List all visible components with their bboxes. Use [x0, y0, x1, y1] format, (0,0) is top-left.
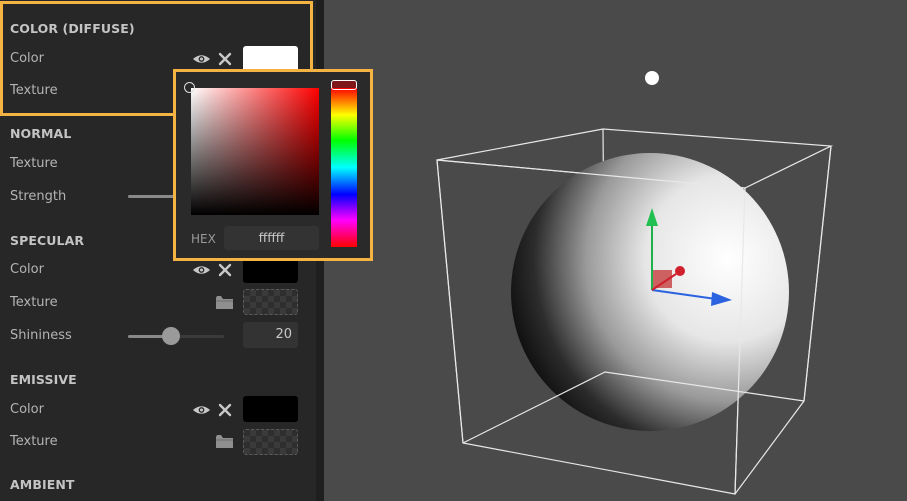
- specular-shininess-value[interactable]: 20: [243, 322, 298, 348]
- sphere-mesh[interactable]: [511, 153, 789, 431]
- saturation-value-area[interactable]: [191, 88, 319, 215]
- close-icon[interactable]: [218, 52, 232, 66]
- diffuse-section-title: COLOR (DIFFUSE): [10, 21, 135, 36]
- normal-section-title: NORMAL: [10, 126, 72, 141]
- emissive-color-swatch[interactable]: [243, 396, 298, 422]
- eye-icon[interactable]: [192, 264, 211, 276]
- specular-section-title: SPECULAR: [10, 233, 85, 248]
- specular-texture-label: Texture: [10, 295, 58, 310]
- normal-strength-fill: [128, 195, 176, 198]
- hue-slider[interactable]: [331, 88, 357, 247]
- specular-shininess-slider[interactable]: [128, 327, 224, 345]
- diffuse-color-label: Color: [10, 51, 44, 66]
- hex-label: HEX: [191, 232, 216, 246]
- specular-shininess-thumb[interactable]: [162, 327, 180, 345]
- normal-strength-label: Strength: [10, 189, 67, 204]
- eye-icon[interactable]: [192, 53, 211, 65]
- specular-texture-slot[interactable]: [243, 289, 298, 315]
- emissive-color-label: Color: [10, 402, 44, 417]
- normal-texture-label: Texture: [10, 156, 58, 171]
- folder-icon[interactable]: [215, 295, 234, 310]
- color-picker-popup: HEX ffffff: [173, 69, 373, 261]
- diffuse-texture-label: Texture: [10, 83, 58, 98]
- emissive-section-title: EMISSIVE: [10, 372, 77, 387]
- emissive-texture-slot[interactable]: [243, 429, 298, 455]
- hue-cursor[interactable]: [331, 80, 357, 90]
- eye-icon[interactable]: [192, 404, 211, 416]
- saturation-value-cursor[interactable]: [184, 82, 195, 93]
- 3d-viewport[interactable]: [324, 0, 907, 501]
- close-icon[interactable]: [218, 263, 232, 277]
- specular-shininess-label: Shininess: [10, 328, 72, 343]
- folder-icon[interactable]: [215, 434, 234, 449]
- ambient-section-title: AMBIENT: [10, 477, 75, 492]
- light-handle[interactable]: [645, 71, 659, 85]
- specular-color-label: Color: [10, 262, 44, 277]
- emissive-texture-label: Texture: [10, 434, 58, 449]
- close-icon[interactable]: [218, 403, 232, 417]
- hex-input[interactable]: ffffff: [224, 226, 319, 250]
